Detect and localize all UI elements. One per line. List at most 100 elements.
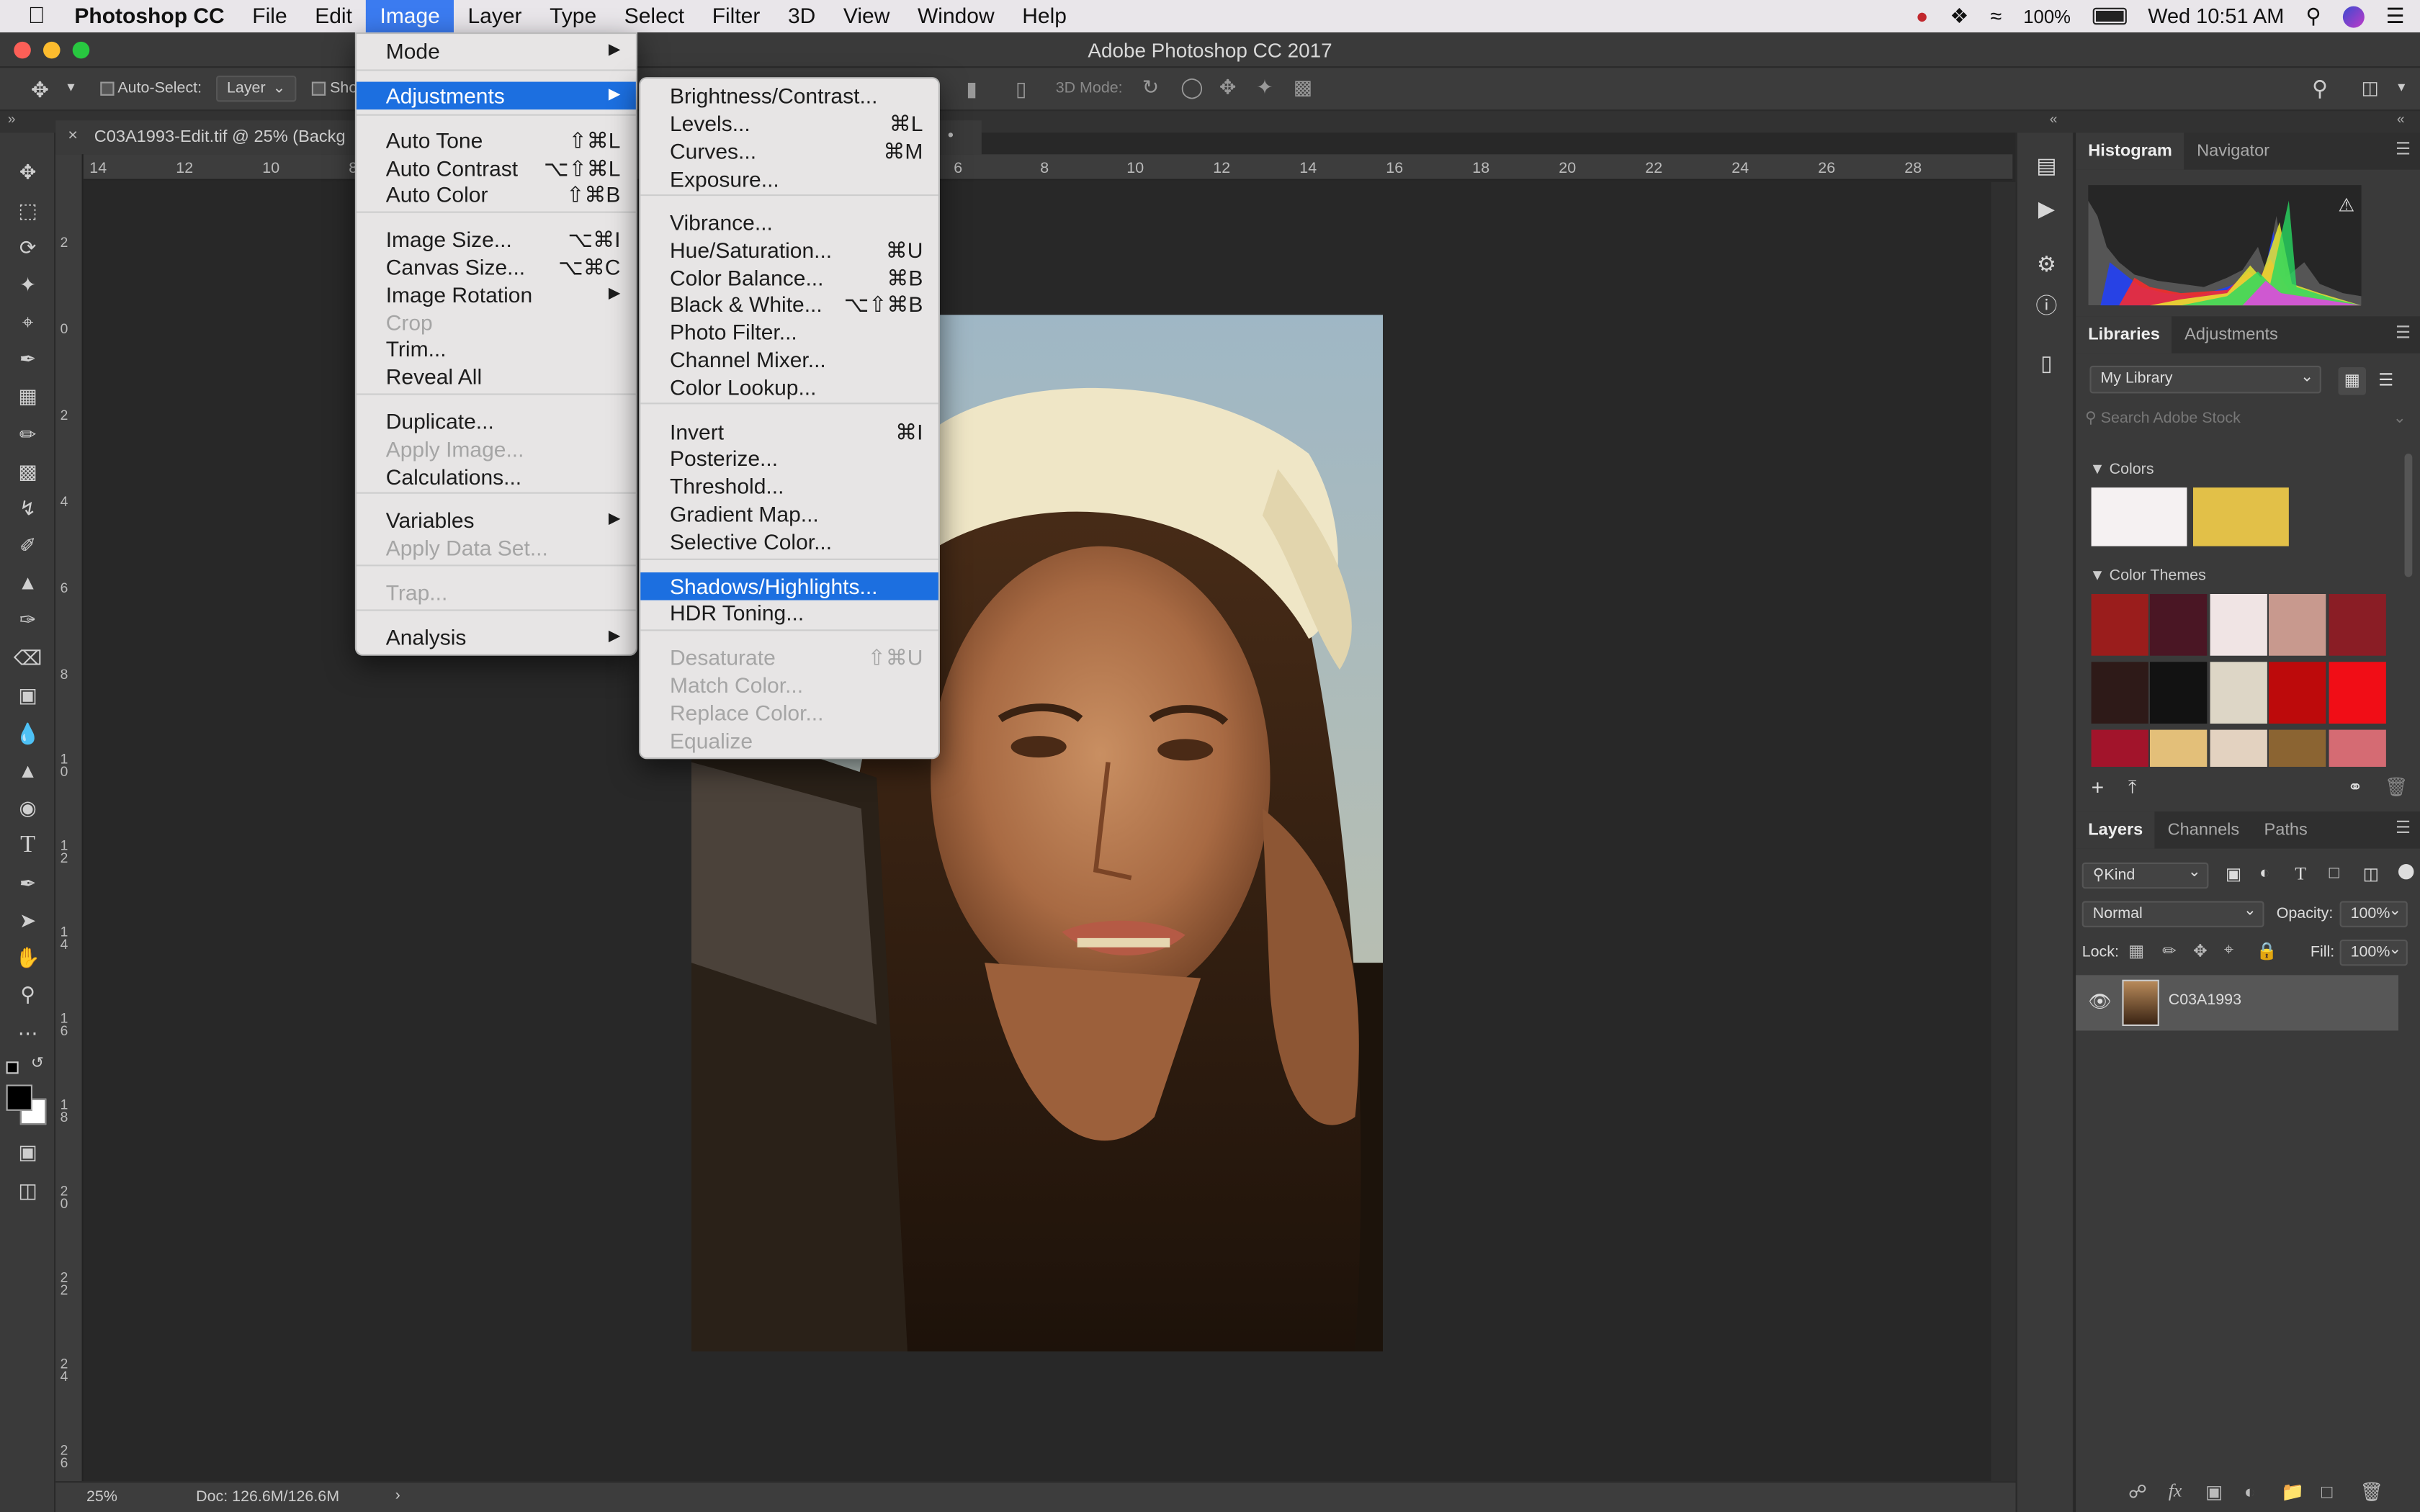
menu-window[interactable]: Window xyxy=(904,0,1008,32)
3d-scale-icon[interactable]: ▩ xyxy=(1294,76,1312,100)
color-theme-swatch[interactable] xyxy=(2328,662,2385,724)
color-theme-swatch[interactable] xyxy=(2328,729,2385,767)
auto-select-dropdown[interactable]: Layer ⌄ xyxy=(216,76,297,102)
hand-tool-icon[interactable]: ✋ xyxy=(12,942,43,973)
color-theme-swatch[interactable] xyxy=(2210,729,2267,767)
info-icon[interactable]: ⓘ xyxy=(2033,292,2061,320)
chevron-down-icon[interactable]: ⌄ xyxy=(2393,410,2406,428)
vertical-scrollbar[interactable] xyxy=(1991,181,2016,1482)
opacity-input[interactable]: 100% ⌄ xyxy=(2339,901,2408,927)
menu-item-adjustments[interactable]: Adjustments ▶ xyxy=(356,81,636,110)
color-theme-swatch[interactable] xyxy=(2269,594,2326,656)
filter-pixel-icon[interactable]: ▣ xyxy=(2226,864,2241,884)
lock-position-icon[interactable]: ✥ xyxy=(2193,941,2208,961)
zoom-tool-icon[interactable]: ⚲ xyxy=(12,980,43,1011)
notification-center-icon[interactable]: ☰ xyxy=(2386,4,2405,28)
more-tools-icon[interactable]: ⋯ xyxy=(12,1018,43,1049)
menu-item-gradient-map[interactable]: Gradient Map... xyxy=(640,500,938,528)
menu-item-auto-contrast[interactable]: Auto Contrast ⌥⇧⌘L xyxy=(357,154,636,182)
color-theme-swatch[interactable] xyxy=(2269,729,2326,767)
stamp-panel-icon[interactable]: ▯ xyxy=(2033,348,2061,377)
delete-layer-icon[interactable]: 🗑 xyxy=(2360,1481,2383,1503)
menu-item-posterize[interactable]: Posterize... xyxy=(640,444,938,472)
collapse-panels-icon[interactable]: « xyxy=(2397,111,2405,126)
menu-app-name[interactable]: Photoshop CC xyxy=(60,0,238,32)
trash-icon[interactable]: 🗑 xyxy=(2385,776,2408,798)
color-theme-swatch[interactable] xyxy=(2091,594,2148,656)
menu-item-image-rotation[interactable]: Image Rotation ▶ xyxy=(357,281,636,309)
default-colors-icon[interactable] xyxy=(6,1061,19,1074)
color-theme-swatch[interactable] xyxy=(2091,662,2148,724)
menu-item-brightness-contrast[interactable]: Brightness/Contrast... xyxy=(640,82,938,110)
menu-item-auto-color[interactable]: Auto Color ⇧⌘B xyxy=(357,181,636,209)
magic-wand-tool-icon[interactable]: ✦ xyxy=(12,270,43,301)
warning-icon[interactable]: ⚠ xyxy=(2338,194,2354,216)
tab-histogram[interactable]: Histogram xyxy=(2076,132,2185,170)
chevron-down-icon[interactable]: ▼ xyxy=(2396,80,2408,94)
grid-view-icon[interactable]: ▦ xyxy=(2338,366,2366,395)
close-icon[interactable]: × xyxy=(68,127,78,145)
layer-row[interactable]: 👁 C03A1993 xyxy=(2076,975,2398,1031)
tab-channels[interactable]: Channels xyxy=(2155,811,2251,848)
menu-item-duplicate[interactable]: Duplicate... xyxy=(357,408,636,436)
3d-pan-icon[interactable]: ✥ xyxy=(1219,76,1236,100)
3d-slide-icon[interactable]: ✦ xyxy=(1256,76,1273,100)
menu-item-analysis[interactable]: Analysis ▶ xyxy=(357,624,636,652)
menu-item-vibrance[interactable]: Vibrance... xyxy=(640,208,938,236)
healing-brush-tool-icon[interactable]: ▦ xyxy=(12,381,43,412)
menu-item-hue-saturation[interactable]: Hue/Saturation... ⌘U xyxy=(640,236,938,264)
show-transform-checkbox[interactable] xyxy=(311,81,326,96)
menu-item-variables[interactable]: Variables ▶ xyxy=(357,506,636,534)
dropbox-icon[interactable]: ❖ xyxy=(1950,4,1968,28)
library-select[interactable]: My Library ⌄ xyxy=(2089,365,2321,394)
apple-icon[interactable]:  xyxy=(0,0,60,32)
color-theme-swatch[interactable] xyxy=(2328,594,2385,656)
filter-toggle-icon[interactable] xyxy=(2398,864,2414,880)
panel-menu-icon[interactable]: ☰ xyxy=(2396,811,2411,845)
menu-item-photo-filter[interactable]: Photo Filter... xyxy=(640,318,938,346)
distribute-icon[interactable]: ▯ xyxy=(1016,77,1026,102)
lasso-tool-icon[interactable]: ⟳ xyxy=(12,233,43,264)
menu-item-trim[interactable]: Trim... xyxy=(357,335,636,363)
layer-thumbnail[interactable] xyxy=(2122,979,2159,1026)
brush-tool-icon[interactable]: ✏ xyxy=(12,420,43,451)
menu-item-hdr-toning[interactable]: HDR Toning... xyxy=(640,598,938,626)
eraser-tool-icon[interactable]: ⌫ xyxy=(12,644,43,675)
lock-all-icon[interactable]: 🔒 xyxy=(2257,941,2277,961)
lock-transparent-icon[interactable]: ▦ xyxy=(2128,941,2144,961)
type-tool-icon[interactable]: T xyxy=(12,830,43,861)
menu-item-calculations[interactable]: Calculations... xyxy=(357,463,636,491)
zoom-level[interactable]: 25% xyxy=(86,1489,117,1506)
menu-filter[interactable]: Filter xyxy=(698,0,774,32)
pen-tool-icon[interactable]: ✒ xyxy=(12,868,43,899)
menu-file[interactable]: File xyxy=(238,0,301,32)
menu-select[interactable]: Select xyxy=(610,0,698,32)
filter-adjustment-icon[interactable]: ◐ xyxy=(2259,864,2269,883)
filter-type-icon[interactable]: T xyxy=(2295,863,2306,886)
add-mask-icon[interactable]: ▣ xyxy=(2205,1481,2223,1503)
menu-item-selective-color[interactable]: Selective Color... xyxy=(640,528,938,556)
menu-item-exposure[interactable]: Exposure... xyxy=(640,165,938,193)
new-adjustment-layer-icon[interactable]: ◐ xyxy=(2244,1481,2256,1503)
crop-tool-icon[interactable]: ⌖ xyxy=(12,307,43,338)
color-theme-swatch[interactable] xyxy=(2210,662,2267,724)
filter-smart-icon[interactable]: ◫ xyxy=(2363,864,2379,884)
menu-item-channel-mixer[interactable]: Channel Mixer... xyxy=(640,346,938,374)
menu-item-mode[interactable]: Mode ▶ xyxy=(357,37,636,65)
tab-adjustments[interactable]: Adjustments xyxy=(2172,316,2290,353)
marquee-tool-icon[interactable]: ⬚ xyxy=(12,196,43,227)
color-theme-swatch[interactable] xyxy=(2269,662,2326,724)
auto-select-checkbox[interactable] xyxy=(100,81,115,96)
fill-input[interactable]: 100% ⌄ xyxy=(2339,940,2408,966)
menu-item-threshold[interactable]: Threshold... xyxy=(640,472,938,500)
menu-item-reveal-all[interactable]: Reveal All xyxy=(357,363,636,391)
color-theme-swatch[interactable] xyxy=(2150,662,2208,724)
panel-scrollbar[interactable] xyxy=(2404,454,2413,577)
menu-item-curves[interactable]: Curves... ⌘M xyxy=(640,138,938,166)
panel-menu-icon[interactable]: ☰ xyxy=(2396,316,2411,350)
menu-edit[interactable]: Edit xyxy=(301,0,366,32)
battery-icon[interactable] xyxy=(2092,7,2127,25)
3d-orbit-icon[interactable]: ↻ xyxy=(1142,76,1159,100)
dodge-tool-icon[interactable]: ◉ xyxy=(12,793,43,824)
color-theme-swatch[interactable] xyxy=(2091,729,2148,767)
